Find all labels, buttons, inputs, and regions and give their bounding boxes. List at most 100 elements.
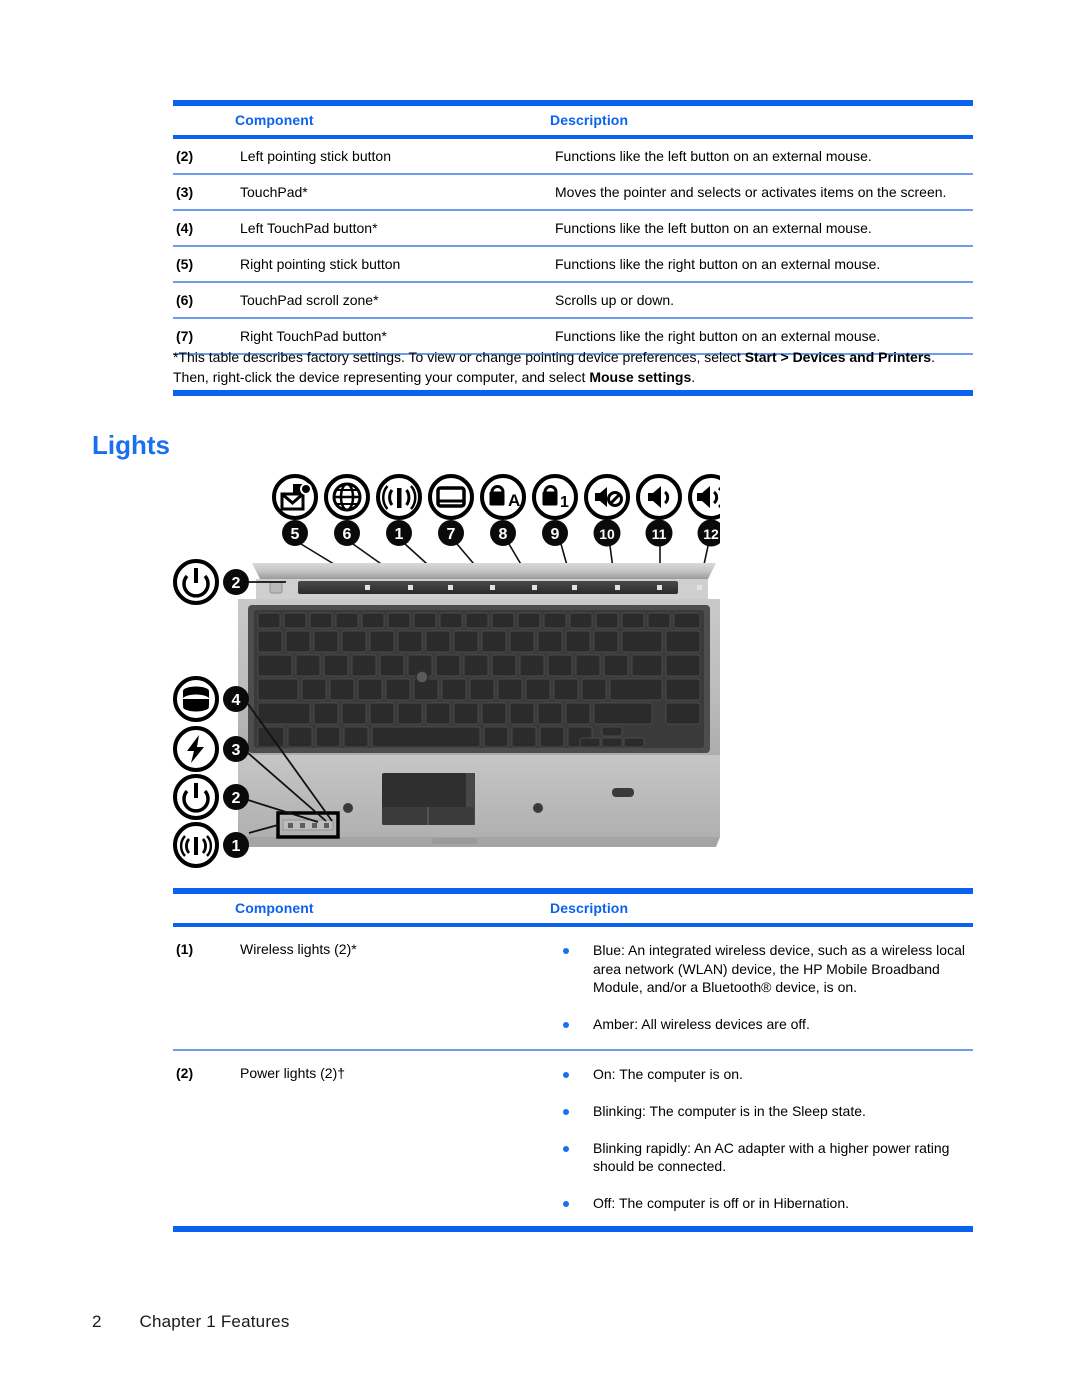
svg-text:7: 7 [447,526,456,543]
footnote-bold-a: Start > Devices and Printers [744,349,932,365]
drive-icon [173,676,219,722]
row-component: Wireless lights (2)* [240,941,357,957]
footnote-line-2: Then, right-click the device representin… [173,367,975,387]
num-lock-icon: 1 [532,474,578,520]
row-component: Left TouchPad button* [240,220,378,236]
row-number: (6) [176,292,194,308]
row-component: Left pointing stick button [240,148,391,164]
latch [432,838,478,844]
callout-badge-11: 11 [645,519,673,547]
bullet-item: Blinking: The computer is in the Sleep s… [555,1102,973,1121]
row-description: Scrolls up or down. [555,292,675,308]
row-component: Power lights (2)† [240,1065,346,1082]
svg-text:5: 5 [291,526,300,543]
svg-text:1: 1 [395,526,404,543]
header-description: Description [550,112,629,128]
page-title: Lights [92,430,170,460]
svg-text:2: 2 [232,790,241,807]
callout-badge-12: 12 [697,519,720,547]
callout-badge-5: 5 [282,520,308,546]
globe-icon [324,474,370,520]
svg-text:11: 11 [652,526,667,542]
battery-icon [173,726,219,772]
row-number: (7) [176,328,194,344]
svg-text:9: 9 [551,526,560,543]
fingerprint-reader [612,788,634,797]
table-bottom-rule [173,1226,973,1233]
bullet-item: Blinking rapidly: An AC adapter with a h… [555,1139,973,1176]
svg-text:1: 1 [560,494,569,511]
callout-badge-2-top: 2 [223,569,249,595]
laptop-lights-figure: A 1 5 6 1 7 8 9 10 11 12 2 4 3 2 1 [160,455,720,870]
table-row: (1) Wireless lights (2)* Blue: An integr… [173,927,973,1049]
caps-lock-icon: A [480,474,526,520]
row-description: Functions like the left button on an ext… [555,220,872,236]
footnote-text-d: . [691,369,696,386]
pointing-device-table: Component Description (2) Left pointing … [173,100,973,355]
table-header-row: Component Description [173,106,973,135]
row-description: On: The computer is on. Blinking: The co… [555,1065,973,1212]
row-component: Right TouchPad button* [240,328,387,344]
description-bullets: Blue: An integrated wireless device, suc… [555,941,973,1033]
svg-text:2: 2 [232,575,241,592]
callout-badge-9: 9 [542,520,568,546]
wireless-icon [376,474,422,520]
table-header-row: Component Description [173,894,973,923]
row-number: (5) [176,256,194,272]
touchpad-icon [428,474,474,520]
header-spacer [173,900,235,916]
wireless-icon [173,822,219,868]
page-number: 2 [92,1312,102,1331]
svg-text:8: 8 [499,526,508,543]
callout-badge-1-top: 1 [386,520,412,546]
table-row: (5) Right pointing stick button Function… [173,247,973,281]
row-description: Functions like the right button on an ex… [555,328,881,344]
row-component: TouchPad scroll zone* [240,292,379,308]
row-description: Functions like the left button on an ext… [555,148,872,164]
row-description: Functions like the right button on an ex… [555,256,881,272]
callout-badge-3: 3 [223,736,249,762]
row-description: Blue: An integrated wireless device, suc… [555,941,973,1033]
callout-badge-1-bottom: 1 [223,832,249,858]
bullet-item: Amber: All wireless devices are off. [555,1015,973,1034]
table-row: (4) Left TouchPad button* Functions like… [173,211,973,245]
svg-text:10: 10 [599,526,615,542]
header-spacer [173,112,235,128]
footnote-text-c: Then, right-click the device representin… [173,369,590,386]
footnote-text-b: . [931,349,935,365]
chapter-label: Chapter 1 Features [139,1312,290,1331]
power-icon [173,559,219,605]
footnote-line-1: *This table describes factory settings. … [173,347,975,367]
svg-text:1: 1 [232,838,241,855]
bullet-item: On: The computer is on. [555,1065,973,1084]
callout-badge-4: 4 [223,686,249,712]
row-description: Moves the pointer and selects or activat… [555,184,947,200]
header-component: Component [235,112,314,128]
svg-text:A: A [508,491,520,510]
document-page: Component Description (2) Left pointing … [0,0,1080,1397]
svg-text:4: 4 [232,692,241,709]
pointing-stick [415,670,429,684]
description-bullets: On: The computer is on. Blinking: The co… [555,1065,973,1212]
footnote-text-a: *This table describes factory settings. … [173,349,745,365]
icon-row: A 1 [272,474,720,520]
table-row: (3) TouchPad* Moves the pointer and sele… [173,175,973,209]
table-row: (2) Left pointing stick button Functions… [173,139,973,173]
header-component: Component [235,900,314,916]
callout-badge-2-bottom: 2 [223,784,249,810]
row-component: Right pointing stick button [240,256,401,272]
callout-badge-6: 6 [334,520,360,546]
laptop-photo [238,563,720,847]
footnote-bold-b: Mouse settings [589,369,692,386]
volume-down-icon [636,474,682,520]
callout-badge-10: 10 [593,519,621,547]
row-number: (4) [176,220,194,236]
mail-icon [272,474,318,520]
header-description: Description [550,900,629,916]
row-number: (2) [176,1065,194,1082]
row-number: (3) [176,184,194,200]
svg-text:12: 12 [703,526,719,542]
callout-badge-8: 8 [490,520,516,546]
row-number: (1) [176,941,194,957]
footnote-bottom-rule-wrap [173,390,973,396]
